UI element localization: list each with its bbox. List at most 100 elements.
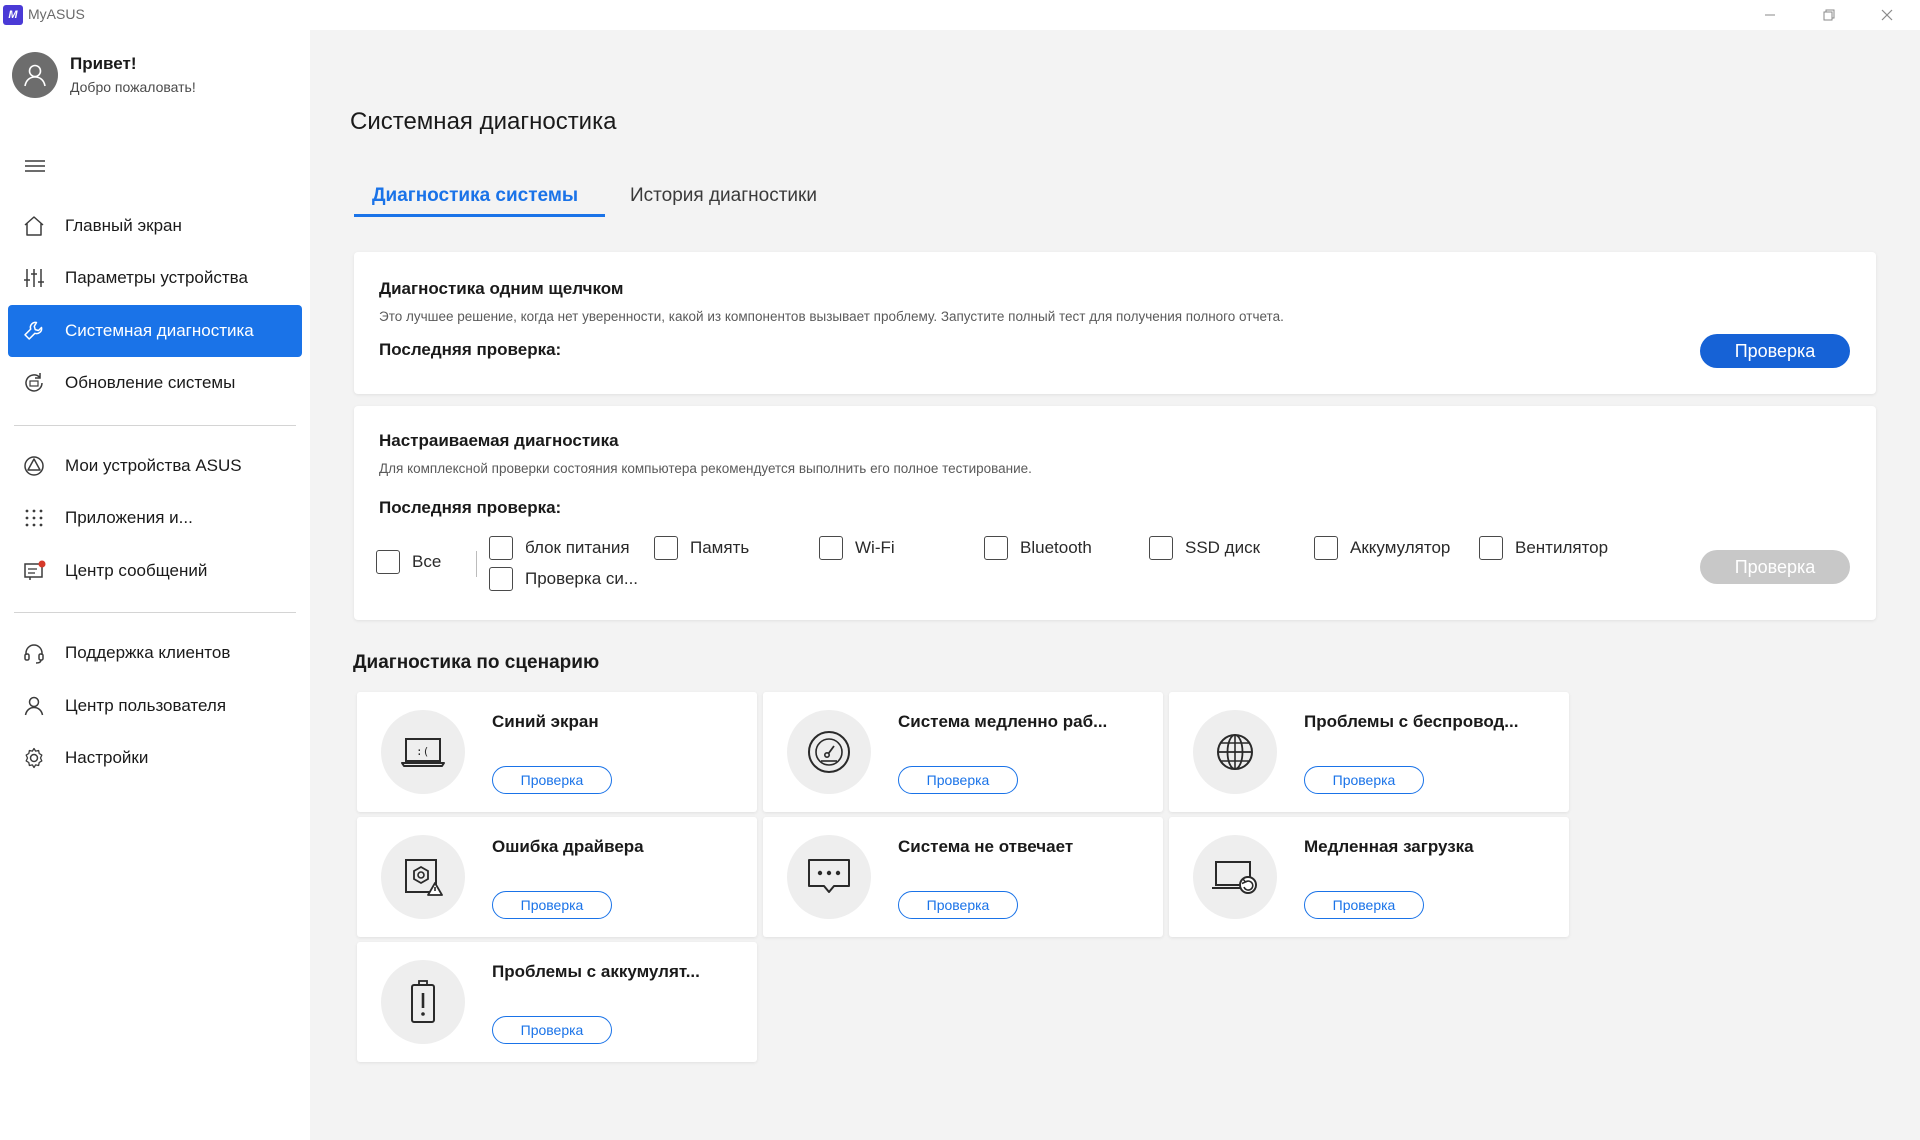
checkbox-box[interactable] (376, 550, 400, 574)
blue-screen-laptop-icon: :( (381, 710, 465, 794)
one-click-diagnosis-card: Диагностика одним щелчком Это лучшее реш… (354, 252, 1876, 394)
sidebar-item-system-update[interactable]: Обновление системы (8, 357, 302, 409)
scenario-check-button[interactable]: Проверка (898, 766, 1018, 794)
checkbox-wifi[interactable]: Wi-Fi (819, 536, 895, 560)
tab-system-diagnosis[interactable]: Диагностика системы (372, 185, 578, 207)
sidebar-item-label: Параметры устройства (65, 268, 248, 287)
checkbox-label: Аккумулятор (1350, 538, 1451, 557)
speedometer-icon (787, 710, 871, 794)
scenario-card-battery: Проблемы с аккумулят... Проверка (357, 942, 757, 1062)
checkbox-memory[interactable]: Память (654, 536, 749, 560)
scenario-title: Медленная загрузка (1304, 837, 1474, 856)
checkbox-power-supply[interactable]: блок питания (489, 536, 630, 560)
driver-error-icon (381, 835, 465, 919)
checkbox-ssd[interactable]: SSD диск (1149, 536, 1260, 560)
custom-diagnosis-card: Настраиваемая диагностика Для комплексно… (354, 406, 1876, 620)
sidebar-item-user-center[interactable]: Центр пользователя (8, 680, 302, 732)
checkbox-label: Bluetooth (1020, 538, 1092, 557)
checkbox-box[interactable] (1149, 536, 1173, 560)
scenario-check-button[interactable]: Проверка (898, 891, 1018, 919)
sidebar-item-message-center[interactable]: Центр сообщений (8, 545, 302, 597)
apps-grid-icon (22, 506, 46, 530)
last-check-label: Последняя проверка: (379, 340, 562, 359)
sidebar-item-label: Поддержка клиентов (65, 643, 231, 662)
sidebar-item-label: Системная диагностика (65, 321, 254, 340)
custom-check-button[interactable]: Проверка (1700, 550, 1850, 584)
message-center-icon (22, 559, 46, 583)
scenario-check-button[interactable]: Проверка (492, 1016, 612, 1044)
sidebar-item-my-devices[interactable]: Мои устройства ASUS (8, 440, 302, 492)
checkbox-label: Проверка си... (525, 569, 639, 588)
sidebar-item-label: Мои устройства ASUS (65, 456, 242, 475)
scenario-card-slow-boot: Медленная загрузка Проверка (1169, 817, 1569, 937)
page-title: Системная диагностика (350, 108, 617, 135)
checkbox-bluetooth[interactable]: Bluetooth (984, 536, 1092, 560)
card-description: Для комплексной проверки состояния компь… (379, 461, 1032, 476)
card-title: Настраиваемая диагностика (379, 431, 619, 450)
scenario-card-slow-system: Система медленно раб... Проверка (763, 692, 1163, 812)
checkbox-label: Память (690, 538, 750, 557)
checkbox-label: Вентилятор (1515, 538, 1609, 557)
sidebar-item-label: Центр сообщений (65, 561, 208, 580)
checkbox-box[interactable] (489, 536, 513, 560)
user-profile[interactable]: Привет! Добро пожаловать! (12, 52, 302, 112)
close-button[interactable] (1858, 0, 1916, 30)
sidebar-item-label: Главный экран (65, 216, 182, 235)
scenario-check-button[interactable]: Проверка (1304, 766, 1424, 794)
scenario-card-wireless: Проблемы с беспровод... Проверка (1169, 692, 1569, 812)
sidebar-item-settings[interactable]: Настройки (8, 732, 302, 784)
checkbox-all[interactable]: Все (376, 550, 441, 574)
sidebar-item-apps[interactable]: Приложения и... (8, 492, 302, 544)
one-click-check-button[interactable]: Проверка (1700, 334, 1850, 368)
tab-diagnosis-history[interactable]: История диагностики (630, 185, 817, 207)
wrench-icon (22, 319, 46, 343)
gear-icon (22, 746, 46, 770)
checkbox-box[interactable] (984, 536, 1008, 560)
scenario-check-button[interactable]: Проверка (492, 891, 612, 919)
scenario-title: Проблемы с беспровод... (1304, 712, 1519, 731)
user-icon (22, 694, 46, 718)
minimize-icon (1765, 14, 1775, 16)
checkbox-separator (476, 551, 477, 577)
restore-icon (1823, 9, 1835, 21)
sidebar-item-system-diagnosis[interactable]: Системная диагностика (8, 305, 302, 357)
slow-boot-icon (1193, 835, 1277, 919)
sidebar-divider (14, 612, 296, 613)
globe-icon (1193, 710, 1277, 794)
checkbox-box[interactable] (819, 536, 843, 560)
checkbox-system-check[interactable]: Проверка си... (489, 567, 638, 591)
user-avatar-icon (24, 64, 46, 87)
sidebar-item-label: Приложения и... (65, 508, 193, 527)
minimize-button[interactable] (1741, 0, 1799, 30)
devices-icon (22, 454, 46, 478)
sidebar-item-customer-support[interactable]: Поддержка клиентов (8, 627, 302, 679)
sidebar-item-device-settings[interactable]: Параметры устройства (8, 252, 302, 304)
sidebar-item-label: Центр пользователя (65, 696, 227, 715)
update-icon (22, 371, 46, 395)
last-check-label: Последняя проверка: (379, 498, 562, 517)
sidebar-item-home[interactable]: Главный экран (8, 200, 302, 252)
checkbox-box[interactable] (1314, 536, 1338, 560)
checkbox-fan[interactable]: Вентилятор (1479, 536, 1608, 560)
active-tab-indicator (354, 214, 605, 217)
checkbox-battery[interactable]: Аккумулятор (1314, 536, 1450, 560)
sidebar-item-label: Обновление системы (65, 373, 236, 392)
checkbox-label: Все (412, 552, 442, 571)
restore-button[interactable] (1800, 0, 1858, 30)
title-bar: M MyASUS (0, 0, 1920, 30)
sliders-icon (22, 266, 46, 290)
checkbox-box[interactable] (1479, 536, 1503, 560)
card-title: Диагностика одним щелчком (379, 279, 624, 298)
scenario-check-button[interactable]: Проверка (492, 766, 612, 794)
menu-toggle-button[interactable] (24, 156, 46, 176)
checkbox-label: блок питания (525, 538, 630, 557)
scenario-title: Ошибка драйвера (492, 837, 644, 856)
scenario-card-blue-screen: :( Синий экран Проверка (357, 692, 757, 812)
scenario-check-button[interactable]: Проверка (1304, 891, 1424, 919)
hamburger-icon (25, 160, 45, 172)
checkbox-box[interactable] (654, 536, 678, 560)
app-title: MyASUS (28, 6, 85, 22)
checkbox-box[interactable] (489, 567, 513, 591)
avatar[interactable] (12, 52, 58, 98)
sidebar-item-label: Настройки (65, 748, 149, 767)
